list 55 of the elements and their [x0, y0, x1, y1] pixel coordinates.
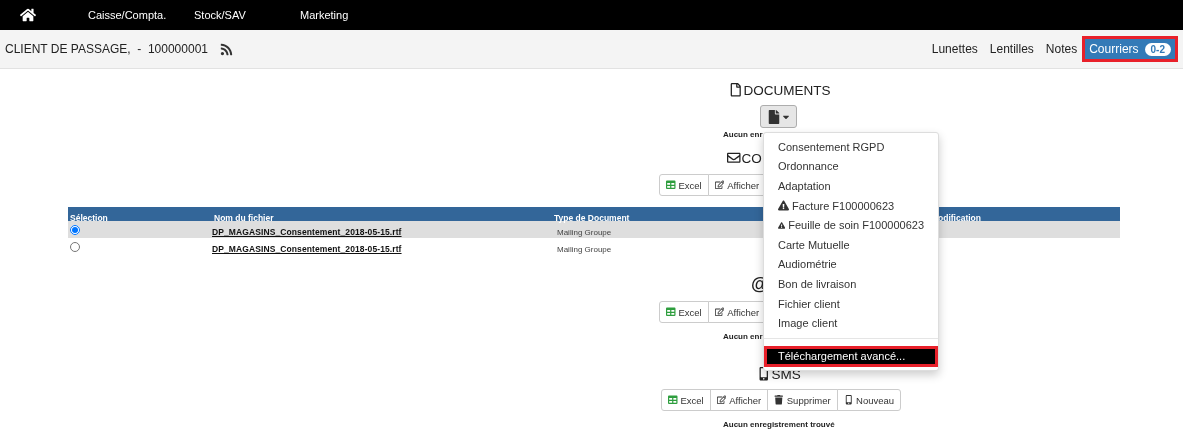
tab[interactable]: Courriers 0-2: [1083, 37, 1177, 61]
menu-item[interactable]: Ordonnance: [764, 156, 938, 177]
menu-item[interactable]: Adaptation: [764, 176, 938, 196]
toolbar-button[interactable]: Excel: [659, 174, 709, 196]
file-dropdown-button[interactable]: [760, 105, 797, 128]
file-link[interactable]: DP_MAGASINS_Consentement_2018-05-15.rtf: [212, 244, 402, 254]
warning-icon: [778, 219, 786, 231]
menu-item[interactable]: Bon de livraison: [764, 274, 938, 294]
table-icon: [666, 180, 676, 190]
toolbar-button[interactable]: Excel: [659, 301, 709, 323]
column-header: Nom du fichier: [213, 212, 274, 224]
menu-item[interactable]: Consentement RGPD: [764, 137, 938, 157]
table-icon: [668, 395, 678, 405]
file-link[interactable]: DP_MAGASINS_Consentement_2018-05-15.rtf: [212, 227, 402, 237]
warning-icon: [778, 200, 789, 212]
toolbar-button[interactable]: Nouveau: [836, 389, 902, 411]
rss-icon[interactable]: [220, 42, 233, 56]
column-header: Sélection: [69, 212, 108, 224]
empty-message: Aucun enr: [723, 130, 763, 140]
mobile-icon: [843, 395, 854, 405]
edit-icon: [716, 395, 727, 405]
count-badge: 0-2: [1144, 42, 1171, 56]
tab[interactable]: Lunettes: [925, 37, 984, 61]
nav-link[interactable]: Stock/SAV: [194, 9, 300, 21]
section-title: CO: [727, 149, 762, 167]
file-icon: [766, 109, 781, 124]
edit-icon: [714, 180, 725, 190]
edit-icon: [714, 307, 725, 317]
toolbar-button[interactable]: Afficher: [709, 389, 769, 411]
envelope-icon: [727, 151, 741, 165]
nav-link[interactable]: Caisse/Compta.: [88, 9, 194, 21]
file-icon: [729, 83, 743, 97]
radio-button[interactable]: [70, 225, 80, 235]
menu-item[interactable]: Image client: [764, 313, 938, 333]
table-icon: [666, 307, 676, 317]
column-header: Type de Document: [553, 212, 630, 224]
tab[interactable]: Notes: [1039, 37, 1084, 61]
home-icon[interactable]: [20, 7, 36, 23]
toolbar-button[interactable]: Excel: [661, 389, 711, 411]
menu-item[interactable]: Fichier client: [764, 293, 938, 314]
menu-item[interactable]: Facture F100000623: [764, 195, 938, 216]
empty-message: Aucun enr: [723, 332, 763, 342]
section-title: DOCUMENTS: [729, 81, 831, 99]
menu-item[interactable]: Audiométrie: [764, 254, 938, 275]
toolbar-button[interactable]: Supprimer: [767, 389, 838, 411]
column-header: odification: [937, 212, 981, 224]
nav-link[interactable]: Marketing: [300, 9, 406, 21]
table-cell-text: Mailing Groupe: [556, 245, 612, 254]
client-name: CLIENT DE PASSAGE, - 100000001: [5, 42, 208, 56]
trash-icon: [774, 395, 784, 405]
table-cell-text: Mailing Groupe: [556, 228, 612, 237]
tab[interactable]: Lentilles: [983, 37, 1040, 61]
empty-message: Aucun enregistrement trouvé: [723, 420, 835, 430]
menu-item[interactable]: Téléchargement avancé...: [764, 345, 938, 367]
radio-button[interactable]: [70, 242, 80, 252]
